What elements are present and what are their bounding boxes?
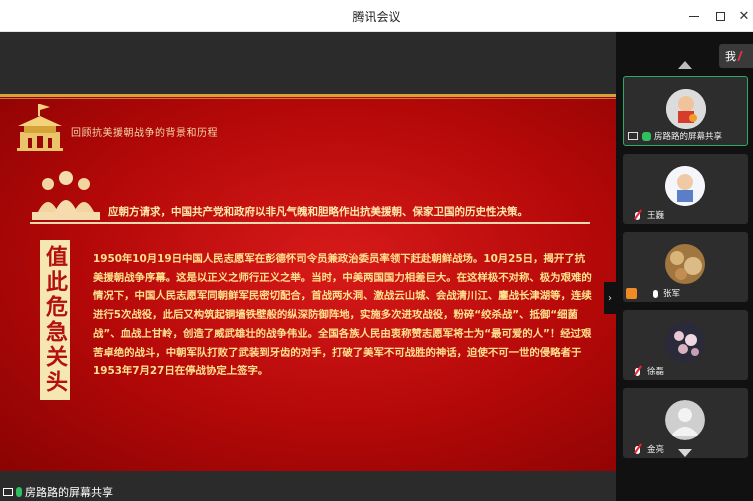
robot-avatar-icon	[666, 89, 706, 129]
headline-divider	[30, 222, 590, 224]
screen-share-status: 房路路的屏幕共享	[0, 483, 113, 501]
close-icon: ✕	[738, 8, 750, 24]
avatar	[665, 244, 705, 284]
slide-top-border	[0, 94, 616, 97]
avatar	[665, 166, 705, 206]
chevron-right-icon: ›	[608, 292, 612, 304]
screen-share-icon	[628, 132, 638, 140]
shared-screen-stage: 回顾抗美援朝战争的背景和历程 应朝方请求，中国共产党和政府以非凡气魄和胆略作出抗…	[0, 32, 616, 501]
participant-name: 张军	[663, 289, 681, 299]
child-avatar-icon	[665, 166, 705, 206]
close-button[interactable]: ✕	[728, 0, 753, 32]
participant-tile[interactable]: 金亮	[623, 388, 748, 458]
avatar	[665, 322, 705, 362]
participant-name: 王巍	[647, 211, 665, 221]
camera-on-icon	[626, 288, 637, 299]
participant-tile[interactable]: 张军	[623, 232, 748, 302]
screen-share-label: 房路路的屏幕共享	[25, 486, 113, 499]
minimize-icon	[689, 15, 699, 17]
title-bar: 腾讯会议 ✕	[0, 0, 753, 32]
mic-icon	[653, 290, 658, 298]
vertical-title: 值此危急关头	[42, 245, 68, 395]
mic-on-icon	[16, 487, 22, 497]
participant-name: 徐磊	[647, 367, 665, 377]
presentation-slide: 回顾抗美援朝战争的背景和历程 应朝方请求，中国共产党和政府以非凡气魄和胆略作出抗…	[0, 94, 616, 471]
participant-tile[interactable]: 徐磊	[623, 310, 748, 380]
people-group-icon	[32, 171, 100, 220]
tiananmen-emblem-icon	[17, 104, 63, 151]
camera-off-icon	[737, 51, 748, 61]
blossom-avatar-icon	[665, 322, 705, 362]
window-title: 腾讯会议	[352, 10, 401, 24]
mic-on-icon	[642, 132, 651, 141]
me-label: 我	[725, 50, 736, 63]
me-button[interactable]: 我	[719, 44, 753, 68]
avatar	[666, 89, 706, 129]
slide-body-text: 1950年10月19日中国人民志愿军在彭德怀司令员兼政治委员率领下赶赴朝鲜战场。…	[93, 253, 592, 378]
avatar	[665, 400, 705, 440]
app-window: 腾讯会议 ✕ 回顾抗美援朝战争的背景和历程 应朝方请求，中国共产党和政府以非凡气…	[0, 0, 753, 501]
participant-tile[interactable]: 王巍	[623, 154, 748, 224]
bokeh-avatar-icon	[665, 244, 705, 284]
participant-name: 金亮	[647, 445, 665, 455]
collapse-panel-button[interactable]: ›	[604, 282, 616, 314]
vertical-title-box: 值此危急关头	[40, 240, 70, 400]
slide-subtitle: 回顾抗美援朝战争的背景和历程	[71, 128, 218, 139]
slide-headline: 应朝方请求，中国共产党和政府以非凡气魄和胆略作出抗美援朝、保家卫国的历史性决策。	[108, 206, 528, 218]
maximize-icon	[715, 11, 725, 21]
slide-top-border-inner	[0, 98, 616, 99]
participant-tile[interactable]: 房路路的屏幕共享	[623, 76, 748, 146]
scroll-down-icon[interactable]	[678, 449, 692, 457]
screen-share-icon	[3, 488, 13, 496]
scroll-up-icon[interactable]	[678, 61, 692, 69]
participants-panel: 我 房路路的屏幕共享 王巍 张军 徐磊 金亮	[616, 32, 753, 501]
participant-name: 房路路的屏幕共享	[654, 132, 723, 142]
default-avatar-icon	[665, 400, 705, 440]
